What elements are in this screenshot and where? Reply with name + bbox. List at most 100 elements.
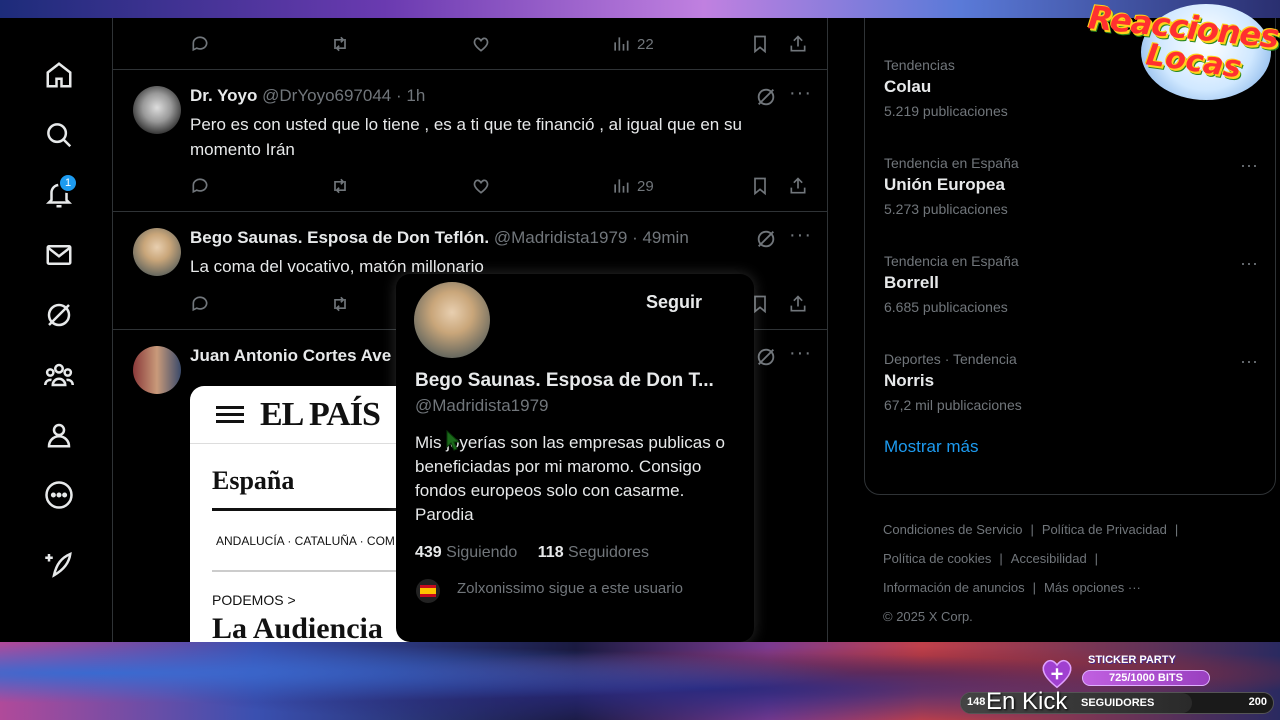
- repost-icon[interactable]: [330, 292, 350, 316]
- privacy-link[interactable]: Política de Privacidad: [1042, 522, 1167, 537]
- views-count: 29: [637, 177, 654, 195]
- sticker-progress: 725/1000 BITS: [1082, 670, 1210, 686]
- followers-goal: 200: [1248, 696, 1267, 708]
- profile-handle[interactable]: @Madridista1979: [415, 396, 549, 416]
- tweet-actions: 29: [190, 174, 810, 198]
- followers-current: 148: [967, 696, 986, 708]
- more-options-icon[interactable]: ···: [1240, 155, 1258, 176]
- profile-icon[interactable]: [40, 416, 78, 454]
- more-options-icon[interactable]: ···: [789, 224, 812, 247]
- terms-link[interactable]: Condiciones de Servicio: [883, 522, 1022, 537]
- platform-caption: En Kick: [986, 688, 1068, 715]
- trend-item[interactable]: Deportes · Tendencia Norris 67,2 mil pub…: [884, 351, 1264, 413]
- followed-by-text: Zolxonissimo sigue a este usuario: [457, 580, 683, 597]
- more-icon[interactable]: [40, 476, 78, 514]
- hamburger-menu-icon: [216, 406, 244, 409]
- tweet-time[interactable]: · 1h: [396, 86, 425, 105]
- right-sidebar: Tendencias Colau 5.219 publicaciones Ten…: [864, 18, 1280, 642]
- tweet-actions: 22: [190, 32, 810, 56]
- share-icon[interactable]: [788, 292, 808, 316]
- cookies-link[interactable]: Política de cookies: [883, 551, 991, 566]
- reply-icon[interactable]: [190, 32, 210, 56]
- avatar[interactable]: [133, 228, 181, 276]
- left-nav: 1: [0, 18, 112, 642]
- share-icon[interactable]: [788, 174, 808, 198]
- tweet-author-handle[interactable]: @DrYoyo697044: [262, 86, 391, 105]
- grok-icon[interactable]: [40, 296, 78, 334]
- trend-count: 5.219 publicaciones: [884, 103, 1008, 119]
- search-icon[interactable]: [40, 116, 78, 154]
- show-more-link[interactable]: Mostrar más: [884, 437, 978, 457]
- news-masthead: EL PAÍS: [260, 396, 381, 433]
- mail-icon[interactable]: [40, 236, 78, 274]
- repost-icon[interactable]: [330, 32, 350, 56]
- trend-item[interactable]: Tendencia en España Unión Europea 5.273 …: [884, 155, 1264, 217]
- heart-icon: [1042, 659, 1072, 689]
- tweet-text: Pero es con usted que lo tiene , es a ti…: [190, 115, 742, 159]
- like-icon[interactable]: [471, 174, 491, 198]
- copyright: © 2025 X Corp.: [883, 609, 973, 624]
- trend-count: 67,2 mil publicaciones: [884, 397, 1022, 413]
- repost-icon[interactable]: [330, 174, 350, 198]
- following-label[interactable]: Siguiendo: [446, 544, 517, 561]
- trend-meta: Tendencia en España: [884, 253, 1019, 269]
- views-count: 22: [637, 35, 654, 53]
- follow-button[interactable]: Seguir: [646, 292, 702, 313]
- trend-topic: Norris: [884, 371, 935, 390]
- reply-icon[interactable]: [190, 292, 210, 316]
- more-options-icon[interactable]: ···: [789, 342, 812, 365]
- followers-label: SEGUIDORES: [1081, 697, 1155, 709]
- mouse-cursor-icon: [446, 430, 460, 451]
- communities-icon[interactable]: [40, 356, 78, 394]
- news-section: España: [212, 466, 295, 495]
- tweet-partial: 22: [113, 18, 827, 70]
- avatar[interactable]: [414, 282, 490, 358]
- followers-label[interactable]: Seguidores: [568, 544, 649, 561]
- following-count[interactable]: 439: [415, 544, 442, 561]
- views-stat[interactable]: 29: [611, 174, 654, 198]
- trend-count: 5.273 publicaciones: [884, 201, 1008, 217]
- bookmark-icon[interactable]: [750, 32, 770, 56]
- profile-stats: 439 Siguiendo 118 Seguidores: [415, 544, 649, 562]
- bookmark-icon[interactable]: [750, 174, 770, 198]
- trend-item[interactable]: Tendencia en España Borrell 6.685 public…: [884, 253, 1264, 315]
- followers-count[interactable]: 118: [538, 544, 564, 561]
- tweet-time[interactable]: · 49min: [632, 228, 689, 247]
- tweet-author-name[interactable]: Dr. Yoyo: [190, 86, 257, 105]
- tweet-author-name[interactable]: Bego Saunas. Esposa de Don Teflón.: [190, 228, 489, 247]
- post-icon[interactable]: [40, 545, 78, 583]
- reply-icon[interactable]: [190, 174, 210, 198]
- more-options-link[interactable]: Más opciones ···: [1044, 580, 1141, 595]
- home-icon[interactable]: [40, 56, 78, 94]
- tweet-header: Juan Antonio Cortes Ave: [190, 346, 391, 366]
- news-headline: La Audiencia: [212, 612, 383, 642]
- grok-icon[interactable]: [755, 346, 777, 368]
- grok-icon[interactable]: [755, 86, 777, 108]
- share-icon[interactable]: [788, 32, 808, 56]
- trend-topic: Borrell: [884, 273, 939, 292]
- more-options-icon[interactable]: ···: [1240, 253, 1258, 274]
- profile-name[interactable]: Bego Saunas. Esposa de Don T...: [415, 370, 714, 392]
- grok-icon[interactable]: [755, 228, 777, 250]
- trend-count: 6.685 publicaciones: [884, 299, 1008, 315]
- stream-logo: Reacciones Locas: [1086, 0, 1280, 100]
- footer-links: Condiciones de Servicio | Política de Priv…: [883, 522, 1179, 624]
- tweet[interactable]: Dr. Yoyo @DrYoyo697044 · 1h ··· Pero es …: [113, 70, 827, 212]
- more-options-icon[interactable]: ···: [789, 82, 812, 105]
- accessibility-link[interactable]: Accesibilidad: [1011, 551, 1087, 566]
- tweet-author-name[interactable]: Juan Antonio Cortes Ave: [190, 346, 391, 365]
- like-icon[interactable]: [471, 32, 491, 56]
- sticker-party-widget: STICKER PARTY 725/1000 BITS: [1038, 654, 1210, 692]
- profile-hover-card[interactable]: Seguir Bego Saunas. Esposa de Don T... @…: [396, 274, 754, 642]
- tweet-author-handle[interactable]: @Madridista1979: [494, 228, 628, 247]
- sticker-title: STICKER PARTY: [1088, 654, 1176, 666]
- tweet-header: Dr. Yoyo @DrYoyo697044 · 1h: [190, 86, 425, 106]
- views-stat[interactable]: 22: [611, 32, 654, 56]
- more-options-icon[interactable]: ···: [1240, 351, 1258, 372]
- notifications-badge: 1: [58, 173, 78, 193]
- avatar[interactable]: [133, 86, 181, 134]
- avatar[interactable]: [133, 346, 181, 394]
- ads-info-link[interactable]: Información de anuncios: [883, 580, 1025, 595]
- trend-topic: Unión Europea: [884, 175, 1005, 194]
- tweet-header: Bego Saunas. Esposa de Don Teflón. @Madr…: [190, 228, 689, 248]
